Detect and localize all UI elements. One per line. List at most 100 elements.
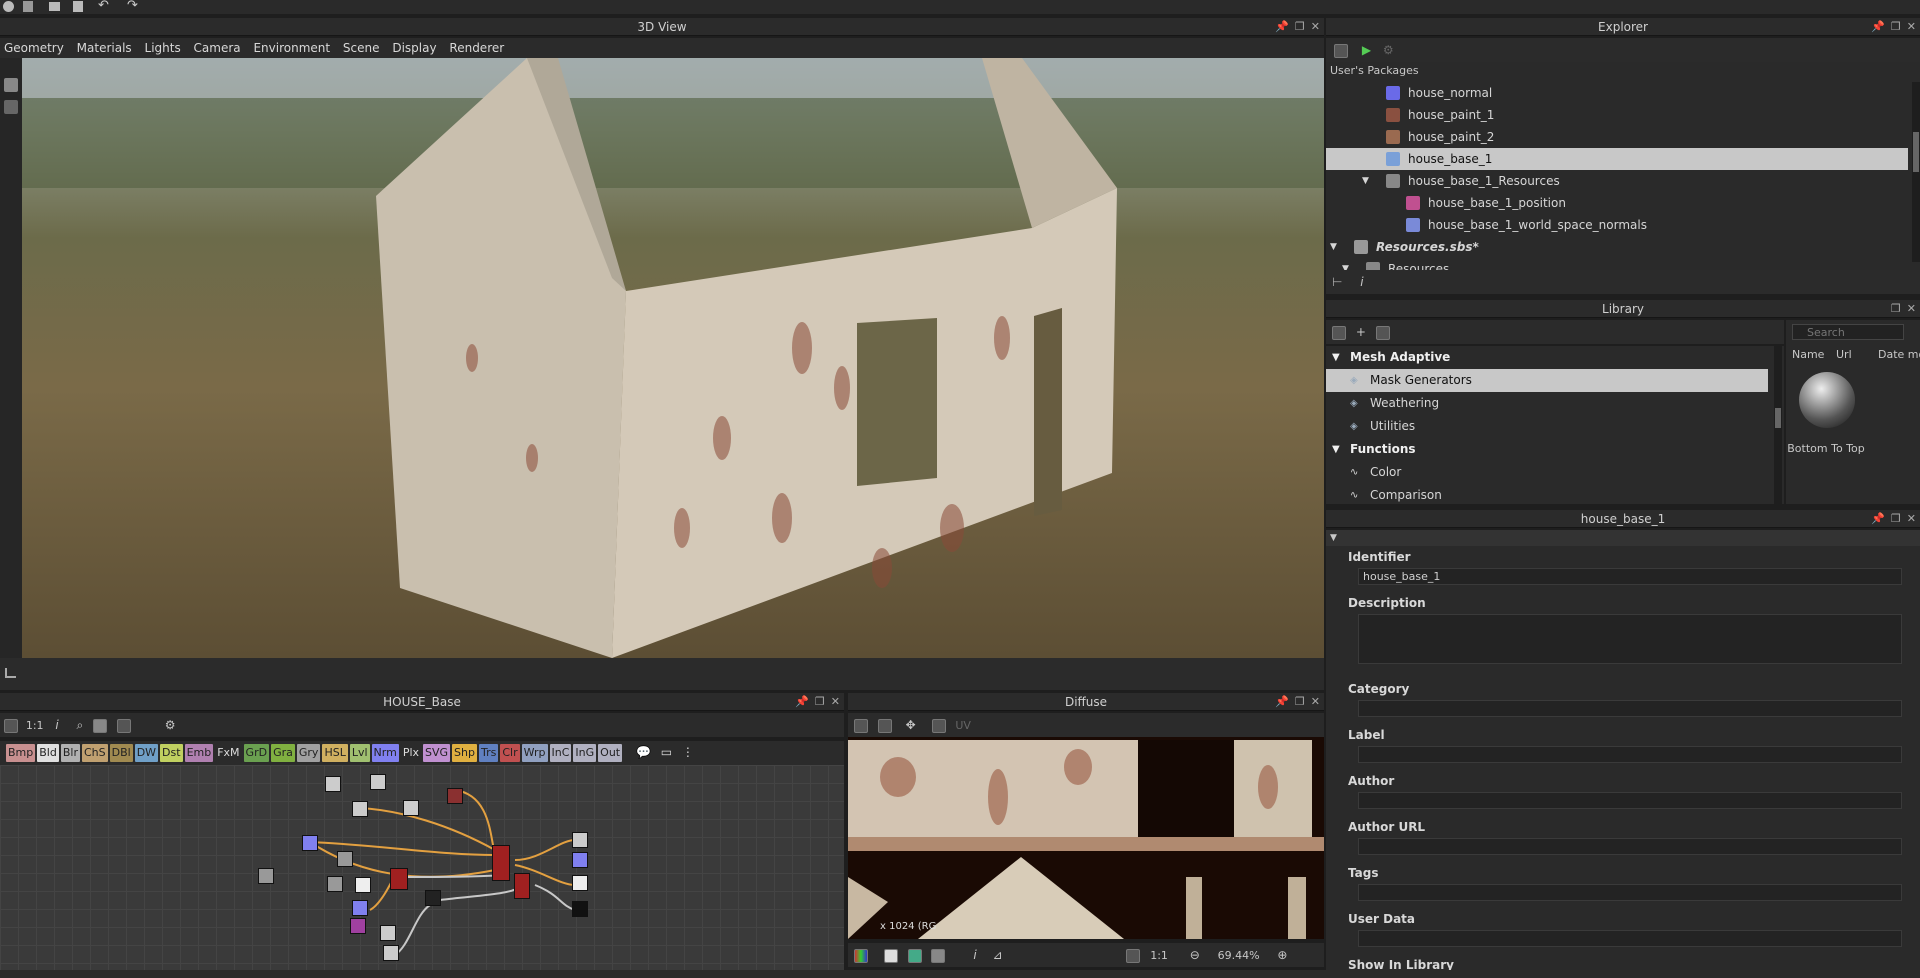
library-item[interactable]: ∿ Comparison	[1326, 484, 1768, 504]
node-chip[interactable]: ChS	[81, 744, 108, 762]
alpha-icon[interactable]	[907, 948, 922, 963]
graph-node[interactable]	[390, 868, 408, 890]
new-package-icon[interactable]	[1334, 43, 1348, 58]
explorer-item[interactable]: house_base_1	[1326, 148, 1908, 170]
menu-geometry[interactable]: Geometry	[4, 38, 64, 58]
properties-collapse-bar[interactable]: ▼	[1326, 530, 1920, 546]
tile-icon[interactable]	[931, 948, 946, 963]
node-chip[interactable]: Bmp	[6, 744, 36, 762]
settings-icon[interactable]: ⚙	[165, 718, 176, 732]
add-icon[interactable]: +	[1356, 325, 1366, 339]
library-col-name[interactable]: Name	[1792, 348, 1824, 361]
node-chip[interactable]: DBl	[109, 744, 133, 762]
graph-node[interactable]	[327, 876, 343, 892]
info-icon[interactable]: i	[55, 718, 58, 732]
play-icon[interactable]: ▶	[1362, 43, 1371, 57]
graph-zoom-label[interactable]: 1:1	[26, 719, 44, 732]
save-image-icon[interactable]	[854, 718, 868, 733]
node-chip[interactable]: DW	[134, 744, 159, 762]
graph-node[interactable]	[337, 851, 353, 867]
open-icon[interactable]	[49, 2, 60, 11]
histogram-icon[interactable]: ⊿	[992, 948, 1002, 962]
graph-node[interactable]	[572, 875, 588, 891]
close-icon[interactable]: ✕	[1907, 510, 1916, 528]
new-icon[interactable]	[23, 1, 33, 12]
undo-icon[interactable]: ↶	[98, 0, 109, 13]
library-item[interactable]: ◈ Mask Generators	[1326, 369, 1768, 392]
scrollbar-thumb[interactable]	[1913, 132, 1919, 172]
float-icon[interactable]: ❐	[815, 693, 825, 711]
expand-arrow-icon[interactable]: ▼	[1362, 170, 1369, 192]
move-icon[interactable]: ✥	[906, 718, 916, 732]
graph-node[interactable]	[258, 868, 274, 884]
save-icon[interactable]	[73, 1, 83, 12]
library-col-date[interactable]: Date mo	[1878, 348, 1920, 361]
node-chip[interactable]: HSL	[322, 744, 348, 762]
graph-node[interactable]	[447, 788, 463, 804]
menu-scene[interactable]: Scene	[343, 38, 380, 58]
uv-label[interactable]: UV	[955, 719, 971, 732]
graph-node[interactable]	[425, 890, 441, 906]
menu-renderer[interactable]: Renderer	[449, 38, 504, 58]
library-preview-sphere[interactable]	[1799, 372, 1855, 428]
node-chip[interactable]: Out	[598, 744, 623, 762]
zoom-percent[interactable]: 69.44%	[1218, 949, 1260, 962]
pin-icon[interactable]: 📌	[1275, 693, 1289, 711]
folder-icon[interactable]	[1332, 325, 1346, 340]
graph-node[interactable]	[572, 832, 588, 848]
float-icon[interactable]: ❐	[1295, 693, 1305, 711]
graph-node[interactable]	[325, 776, 341, 792]
camera-tool-icon[interactable]	[4, 78, 18, 92]
menu-camera[interactable]: Camera	[194, 38, 241, 58]
explorer-scrollbar[interactable]	[1912, 82, 1920, 262]
node-chip[interactable]: Blr	[60, 744, 80, 762]
graph-node[interactable]	[350, 918, 366, 934]
explorer-item[interactable]: house_base_1_position	[1326, 192, 1908, 214]
explorer-item[interactable]: house_paint_1	[1326, 104, 1908, 126]
close-icon[interactable]: ✕	[1311, 18, 1320, 36]
zoom-ratio[interactable]: 1:1	[1150, 949, 1168, 962]
diffuse-texture-view[interactable]: x 1024 (RG	[848, 737, 1324, 939]
image-icon[interactable]	[931, 718, 946, 733]
property-field[interactable]	[1358, 746, 1902, 763]
app-logo-icon[interactable]	[3, 1, 14, 12]
pin-icon[interactable]: 📌	[795, 693, 809, 711]
tree-toggle-icon[interactable]	[5, 668, 16, 678]
property-field[interactable]	[1358, 792, 1902, 809]
close-icon[interactable]: ✕	[1907, 18, 1916, 36]
graph-node[interactable]	[380, 925, 396, 941]
expand-arrow-icon[interactable]: ▼	[1330, 236, 1337, 258]
node-chip[interactable]: Clr	[500, 744, 520, 762]
fit-view-icon[interactable]	[1126, 948, 1141, 963]
float-icon[interactable]: ❐	[1891, 510, 1901, 528]
publish-icon[interactable]: ⚙	[1383, 43, 1394, 57]
property-field[interactable]	[1358, 930, 1902, 947]
info-icon[interactable]: i	[973, 948, 976, 962]
property-field[interactable]	[1358, 614, 1902, 664]
explorer-item[interactable]: ▼ Resources	[1326, 258, 1908, 270]
graph-node[interactable]	[352, 900, 368, 916]
close-icon[interactable]: ✕	[1311, 693, 1320, 711]
library-col-url[interactable]: Url	[1836, 348, 1852, 361]
property-field[interactable]: house_base_1	[1358, 568, 1902, 585]
redo-icon[interactable]: ↷	[127, 0, 138, 13]
property-field[interactable]	[1358, 838, 1902, 855]
graph-node[interactable]	[370, 774, 386, 790]
graph-node[interactable]	[514, 873, 530, 899]
node-chip[interactable]: Emb	[184, 744, 214, 762]
menu-display[interactable]: Display	[392, 38, 436, 58]
library-item[interactable]: ◈ Weathering	[1326, 392, 1768, 415]
tree-view-icon[interactable]: ⊢	[1332, 275, 1342, 289]
explorer-item[interactable]: house_normal	[1326, 82, 1908, 104]
explorer-item[interactable]: house_base_1_world_space_normals	[1326, 214, 1908, 236]
node-chip[interactable]: InG	[573, 744, 597, 762]
graph-node[interactable]	[352, 801, 368, 817]
grid-icon[interactable]	[116, 718, 131, 733]
pin-icon[interactable]: 📌	[1871, 510, 1885, 528]
graph-node[interactable]	[572, 852, 588, 868]
frame-icon[interactable]: ▭	[661, 745, 672, 759]
graph-node[interactable]	[383, 945, 399, 961]
info-icon[interactable]: i	[1360, 275, 1363, 289]
node-chip[interactable]: Trs	[478, 744, 499, 762]
node-chip[interactable]: Dst	[160, 744, 183, 762]
